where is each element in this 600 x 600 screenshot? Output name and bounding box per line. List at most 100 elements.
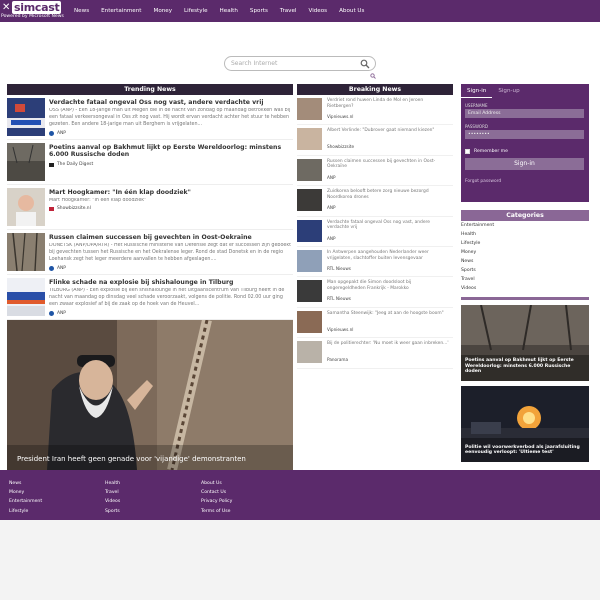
breaking-thumbnail[interactable] (297, 310, 322, 333)
category-health[interactable]: Health (461, 230, 589, 239)
login-panel: Sign-in Sign-up USERNAME Email Address P… (461, 84, 589, 202)
top-nav: ✕ simcast Powered by Microsoft News News… (0, 0, 600, 22)
featured-caption[interactable]: Poetins aanval op Bakhmut lijkt op Eerst… (465, 358, 585, 375)
remember-me[interactable]: Remember me (465, 149, 508, 154)
trending-article[interactable]: Mart Hoogkamer: "In één klap doodziek" M… (7, 185, 293, 230)
search-box[interactable]: Search Internet (224, 56, 376, 71)
hero-caption[interactable]: President Iran heeft geen genade voor 'v… (17, 455, 246, 463)
breaking-title[interactable]: Russen claimen successen bij gevechten i… (327, 159, 451, 170)
username-field[interactable]: Email Address (465, 109, 584, 118)
breaking-item[interactable]: Bij de politierechter: 'Nu moet ik weer … (297, 338, 453, 369)
nav-item-entertainment[interactable]: Entertainment (95, 0, 147, 22)
breaking-thumbnail[interactable] (297, 128, 322, 151)
breaking-title[interactable]: Man opgepakt die Simon doodsloot bij ong… (327, 280, 451, 291)
featured-story[interactable]: Poetins aanval op Bakhmut lijkt op Eerst… (461, 305, 589, 381)
featured-caption[interactable]: Politie wil voorwerkverbod als jaarafslu… (465, 445, 585, 456)
article-source: The Daily Digest (49, 162, 93, 167)
category-lifestyle[interactable]: Lifestyle (461, 239, 589, 248)
nav-item-news[interactable]: News (68, 0, 95, 22)
footer-link[interactable]: Videos (105, 497, 120, 506)
breaking-item[interactable]: Zuidkorea belooft betere zorg nieuwe bez… (297, 186, 453, 217)
footer-link[interactable]: Sports (105, 507, 120, 516)
trending-article[interactable]: Russen claimen successen bij gevechten i… (7, 230, 293, 275)
search-icon[interactable] (360, 59, 370, 69)
article-thumbnail[interactable] (7, 98, 45, 136)
trending-article[interactable]: Poetins aanval op Bakhmut lijkt op Eerst… (7, 140, 293, 185)
nav-item-lifestyle[interactable]: Lifestyle (178, 0, 214, 22)
breaking-title[interactable]: Verdachte fataal ongeval Oss nog vast, a… (327, 220, 451, 231)
tab-signup[interactable]: Sign-up (492, 84, 525, 98)
article-source: ANP (49, 266, 66, 271)
breaking-item[interactable]: Russen claimen successen bij gevechten i… (297, 156, 453, 187)
breaking-thumbnail[interactable] (297, 280, 322, 303)
article-title[interactable]: Mart Hoogkamer: "In één klap doodziek" (49, 189, 289, 196)
trending-article[interactable]: Verdachte fataal ongeval Oss nog vast, a… (7, 95, 293, 140)
breaking-source: ANP (327, 205, 336, 211)
footer-link[interactable]: Lifestyle (9, 507, 42, 516)
breaking-thumbnail[interactable] (297, 249, 322, 272)
article-description: Mart Hoogkamer: "In één klap doodziek" (49, 198, 147, 203)
breaking-item[interactable]: Albert Verlinde: "Dubrover gaat niemand … (297, 125, 453, 156)
article-thumbnail[interactable] (7, 233, 45, 271)
breaking-item[interactable]: Samantha Steenwijk: "Jeeg at aan de hoog… (297, 308, 453, 339)
breaking-thumbnail[interactable] (297, 341, 322, 364)
password-field[interactable]: •••••••• (465, 130, 584, 139)
signin-button[interactable]: Sign-in (465, 158, 584, 170)
breaking-title[interactable]: Albert Verlinde: "Dubrover gaat niemand … (327, 128, 451, 134)
nav-item-about[interactable]: About Us (333, 0, 370, 22)
footer-link[interactable]: Entertainment (9, 497, 42, 506)
footer-link[interactable]: Contact Us (201, 488, 232, 497)
search-input[interactable]: Search Internet (231, 60, 277, 67)
article-title[interactable]: Flinke schade na explosie bij shishaloun… (49, 279, 289, 286)
breaking-item[interactable]: Man opgepakt die Simon doodsloot bij ong… (297, 277, 453, 308)
article-thumbnail[interactable] (7, 188, 45, 226)
article-thumbnail[interactable] (7, 278, 45, 316)
category-money[interactable]: Money (461, 248, 589, 257)
nav-item-health[interactable]: Health (214, 0, 244, 22)
breaking-item[interactable]: Verdachte fataal ongeval Oss nog vast, a… (297, 217, 453, 247)
nav-item-videos[interactable]: Videos (303, 0, 334, 22)
breaking-title[interactable]: In Antwerpen aangehouden Nederlander wee… (327, 250, 451, 261)
tab-signin[interactable]: Sign-in (461, 84, 493, 98)
breaking-title[interactable]: Zuidkorea belooft betere zorg nieuwe bez… (327, 189, 451, 200)
hero-story[interactable]: President Iran heeft geen genade voor 'v… (7, 320, 293, 470)
hero-image[interactable] (7, 320, 293, 470)
category-news[interactable]: News (461, 257, 589, 266)
article-title[interactable]: Verdachte fataal ongeval Oss nog vast, a… (49, 99, 289, 106)
nav-item-sports[interactable]: Sports (244, 0, 274, 22)
footer-link[interactable]: About Us (201, 479, 232, 488)
article-title[interactable]: Russen claimen successen bij gevechten i… (49, 234, 289, 241)
breaking-title[interactable]: Samantha Steenwijk: "Jeeg at aan de hoog… (327, 311, 451, 317)
breaking-thumbnail[interactable] (297, 158, 322, 181)
breaking-thumbnail[interactable] (297, 189, 322, 212)
breaking-thumbnail[interactable] (297, 98, 322, 120)
trending-article[interactable]: Flinke schade na explosie bij shishaloun… (7, 275, 293, 320)
remember-checkbox[interactable] (465, 149, 470, 154)
breaking-news: Breaking News Verdriet rond huwen Linda … (297, 84, 453, 369)
footer-link[interactable]: Terms of Use (201, 507, 232, 516)
footer-link[interactable]: Money (9, 488, 42, 497)
footer-link[interactable]: Travel (105, 488, 120, 497)
article-thumbnail[interactable] (7, 143, 45, 181)
breaking-title[interactable]: Verdriet rond huwen Linda de Mol en Jero… (327, 98, 451, 109)
footer-col-3: About Us Contact Us Privacy Policy Terms… (201, 479, 232, 516)
article-title[interactable]: Poetins aanval op Bakhmut lijkt op Eerst… (49, 144, 289, 158)
category-videos[interactable]: Videos (461, 284, 589, 293)
breaking-item[interactable]: In Antwerpen aangehouden Nederlander wee… (297, 247, 453, 278)
breaking-item[interactable]: Verdriet rond huwen Linda de Mol en Jero… (297, 95, 453, 126)
nav-item-travel[interactable]: Travel (274, 0, 303, 22)
footer-link[interactable]: Privacy Policy (201, 497, 232, 506)
forgot-password-link[interactable]: Forgot password (465, 179, 501, 184)
simcast-logo[interactable]: ✕ simcast Powered by Microsoft News (0, 0, 64, 22)
breaking-source: Vipnieuws.nl (327, 326, 354, 332)
category-travel[interactable]: Travel (461, 275, 589, 284)
featured-story[interactable]: Politie wil voorwerkverbod als jaarafslu… (461, 386, 589, 462)
footer-link[interactable]: News (9, 479, 42, 488)
footer-link[interactable]: Health (105, 479, 120, 488)
breaking-title[interactable]: Bij de politierechter: 'Nu moet ik weer … (327, 341, 451, 347)
breaking-thumbnail[interactable] (297, 219, 322, 242)
article-source: ANP (49, 311, 66, 316)
category-sports[interactable]: Sports (461, 266, 589, 275)
nav-item-money[interactable]: Money (148, 0, 179, 22)
category-entertainment[interactable]: Entertainment (461, 221, 589, 230)
